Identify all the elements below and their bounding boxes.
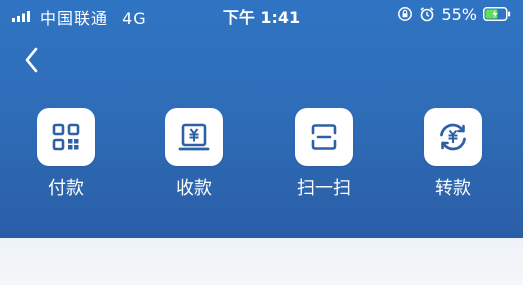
- back-chevron-icon[interactable]: [20, 45, 44, 75]
- battery-icon: [483, 7, 511, 21]
- scan-label: 扫一扫: [297, 178, 351, 199]
- status-bar: 中国联通 4G 下午 1:41 55%: [0, 0, 523, 28]
- orientation-lock-icon: [398, 7, 413, 21]
- scan-tile[interactable]: [295, 108, 353, 166]
- qr-code-icon: [52, 123, 80, 151]
- pay-label: 付款: [48, 178, 84, 199]
- scan-icon: [311, 124, 337, 150]
- receive-button[interactable]: 收款: [149, 108, 239, 200]
- transfer-icon: [440, 123, 466, 151]
- header-panel: 中国联通 4G 下午 1:41 55% 付款 收款 扫一扫 转款: [0, 0, 523, 238]
- status-right: 55%: [397, 4, 511, 24]
- alarm-icon: [420, 7, 434, 22]
- pay-button[interactable]: 付款: [21, 108, 111, 200]
- transfer-button[interactable]: 转款: [408, 108, 498, 200]
- transfer-tile[interactable]: [424, 108, 482, 166]
- receive-label: 收款: [176, 178, 212, 199]
- pay-tile[interactable]: [37, 108, 95, 166]
- scan-button[interactable]: 扫一扫: [279, 108, 369, 200]
- receive-tile[interactable]: [165, 108, 223, 166]
- battery-percent: 55%: [441, 4, 477, 24]
- content-area: [0, 238, 523, 285]
- transfer-label: 转款: [435, 178, 471, 199]
- receive-money-icon: [178, 123, 210, 151]
